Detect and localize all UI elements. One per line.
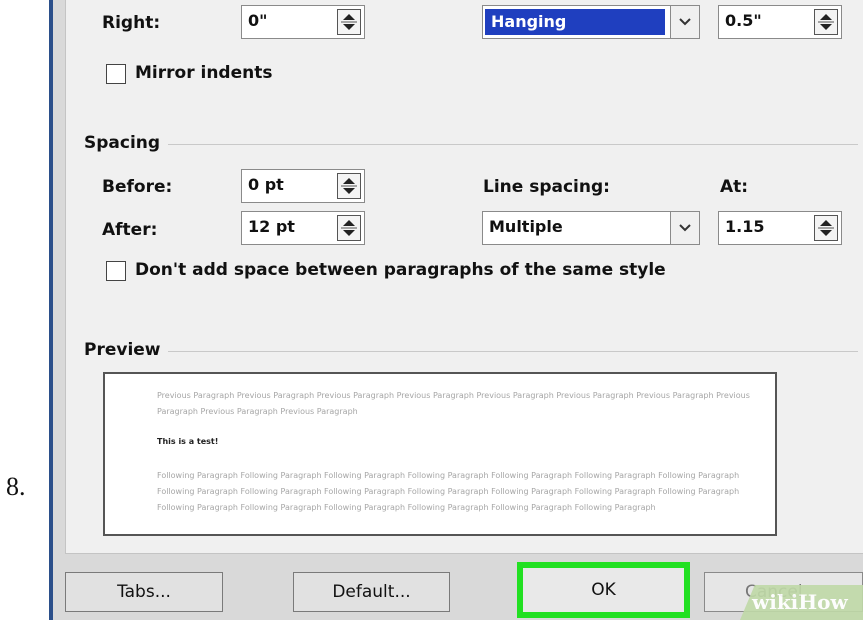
chevron-down-icon[interactable] [670, 211, 700, 245]
spacing-group-label: Spacing [84, 133, 161, 153]
line-spacing-label: Line spacing: [483, 177, 610, 197]
before-value: 0 pt [248, 175, 284, 194]
wikihow-watermark: wikiHow [740, 585, 863, 620]
after-field[interactable]: 12 pt [241, 211, 365, 245]
at-field[interactable]: 1.15 [718, 211, 842, 245]
after-label: After: [102, 220, 158, 240]
spinner-arrows-icon [341, 14, 357, 30]
spinner-arrows-icon [341, 220, 357, 236]
preview-group-label: Preview [84, 340, 161, 360]
spinner-arrows-icon [818, 14, 834, 30]
ok-button[interactable]: OK [523, 568, 684, 612]
spinner-arrows-icon [341, 178, 357, 194]
after-value: 12 pt [248, 217, 295, 236]
line-spacing-value: Multiple [489, 217, 563, 236]
preview-following-paragraph: Following Paragraph Following Paragraph … [157, 471, 740, 512]
mirror-indents-checkbox[interactable] [106, 64, 126, 84]
default-button-label: Default... [332, 582, 411, 602]
default-button[interactable]: Default... [293, 572, 450, 612]
right-indent-label-text: Right: [102, 13, 161, 33]
right-indent-field[interactable]: 0" [241, 5, 365, 39]
preview-test-text: This is a test! [157, 437, 219, 446]
right-indent-spinner[interactable] [337, 9, 361, 35]
preview-previous-paragraph: Previous Paragraph Previous Paragraph Pr… [157, 391, 750, 416]
dont-add-space-checkbox[interactable] [106, 261, 126, 281]
before-label: Before: [102, 177, 173, 197]
mirror-indents-label: Mirror indents [135, 63, 273, 83]
preview-box: Previous Paragraph Previous Paragraph Pr… [103, 372, 777, 536]
before-spinner[interactable] [337, 173, 361, 199]
spinner-arrows-icon [818, 220, 834, 236]
right-indent-value: 0" [248, 11, 268, 30]
special-indent-dropdown[interactable]: Hanging [482, 5, 700, 39]
window-edge [49, 0, 53, 620]
before-field[interactable]: 0 pt [241, 169, 365, 203]
indent-by-value: 0.5" [725, 11, 762, 30]
at-value: 1.15 [725, 217, 765, 236]
spacing-divider [168, 144, 858, 145]
chevron-down-icon[interactable] [670, 5, 700, 39]
indent-by-field[interactable]: 0.5" [718, 5, 842, 39]
after-spinner[interactable] [337, 215, 361, 241]
step-number: 8. [6, 472, 26, 501]
tabs-button-label: Tabs... [117, 582, 171, 602]
at-label: At: [720, 177, 749, 197]
dont-add-space-label: Don't add space between paragraphs of th… [135, 260, 666, 280]
line-spacing-dropdown[interactable]: Multiple [482, 211, 700, 245]
preview-divider [168, 351, 858, 352]
indent-by-spinner[interactable] [814, 9, 838, 35]
right-indent-label: Right: [102, 13, 160, 33]
at-spinner[interactable] [814, 215, 838, 241]
special-indent-value: Hanging [485, 9, 665, 35]
tabs-button[interactable]: Tabs... [65, 572, 223, 612]
